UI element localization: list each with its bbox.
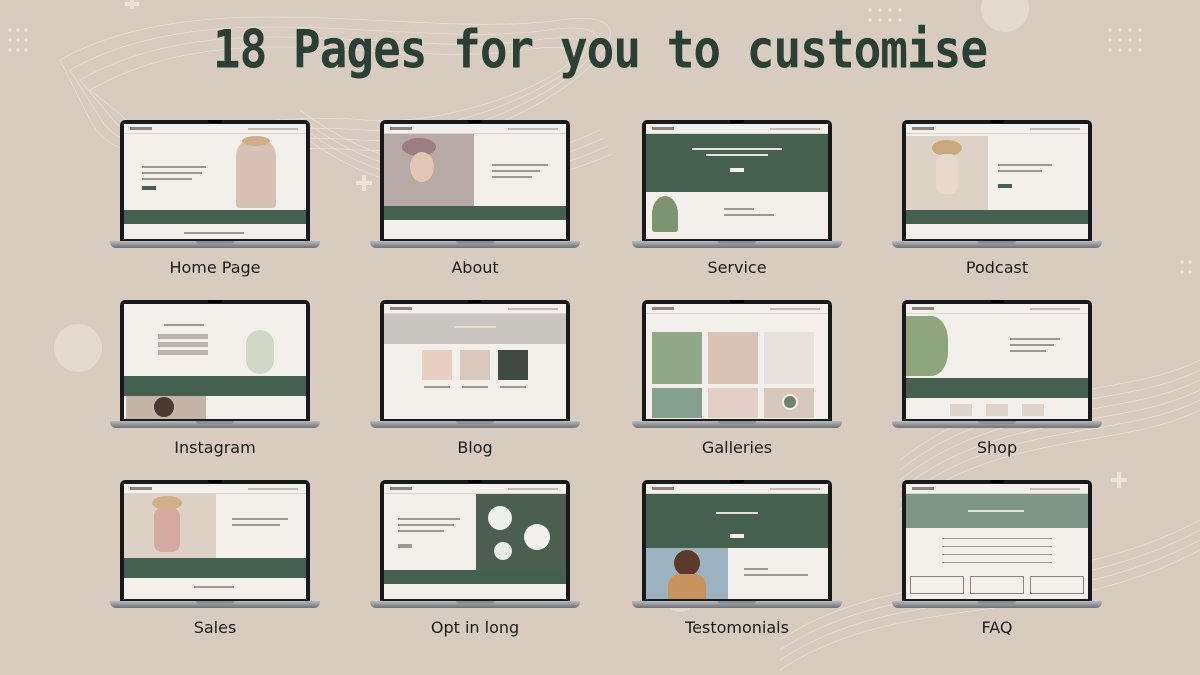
page-card-galleries[interactable]: Galleries <box>632 300 842 457</box>
page-card-about[interactable]: About <box>370 120 580 277</box>
screen-preview <box>906 484 1088 599</box>
screen-preview <box>384 304 566 419</box>
screen-preview <box>906 304 1088 419</box>
page-label: Blog <box>457 438 493 457</box>
page-card-instagram[interactable]: Instagram <box>110 300 320 457</box>
page-card-blog[interactable]: Blog <box>370 300 580 457</box>
page-label: Sales <box>193 618 237 637</box>
laptop-mockup <box>892 120 1102 250</box>
screen-preview <box>646 304 828 419</box>
screen-preview <box>384 124 566 239</box>
page-label: Testomonials <box>685 618 789 637</box>
screen-preview <box>124 484 306 599</box>
page-card-faq[interactable]: FAQ <box>892 480 1102 637</box>
laptop-mockup <box>892 300 1102 430</box>
page-label: Service <box>707 258 767 277</box>
page-label: Home Page <box>169 258 261 277</box>
laptop-mockup <box>110 480 320 610</box>
page-card-podcast[interactable]: Podcast <box>892 120 1102 277</box>
page-card-testimonials[interactable]: Testomonials <box>632 480 842 637</box>
screen-preview <box>646 484 828 599</box>
screen-preview <box>906 124 1088 239</box>
laptop-mockup <box>370 300 580 430</box>
screen-preview <box>124 304 306 419</box>
page-card-opt-in-long[interactable]: Opt in long <box>370 480 580 637</box>
page-label: Opt in long <box>430 618 520 637</box>
page-label: Shop <box>976 438 1018 457</box>
page-card-shop[interactable]: Shop <box>892 300 1102 457</box>
page-grid: Home Page About Service Podcast Instagra… <box>0 0 1200 675</box>
page-label: Podcast <box>965 258 1029 277</box>
page-label: Galleries <box>701 438 773 457</box>
laptop-mockup <box>632 300 842 430</box>
page-label: Instagram <box>174 438 256 457</box>
page-card-sales[interactable]: Sales <box>110 480 320 637</box>
screen-preview <box>646 124 828 239</box>
page-label: About <box>451 258 499 277</box>
laptop-mockup <box>110 120 320 250</box>
page-label: FAQ <box>981 618 1013 637</box>
laptop-mockup <box>370 480 580 610</box>
laptop-mockup <box>892 480 1102 610</box>
screen-preview <box>384 484 566 599</box>
laptop-mockup <box>632 120 842 250</box>
laptop-mockup <box>370 120 580 250</box>
page-card-service[interactable]: Service <box>632 120 842 277</box>
page-card-home[interactable]: Home Page <box>110 120 320 277</box>
screen-preview <box>124 124 306 239</box>
laptop-mockup <box>632 480 842 610</box>
laptop-mockup <box>110 300 320 430</box>
